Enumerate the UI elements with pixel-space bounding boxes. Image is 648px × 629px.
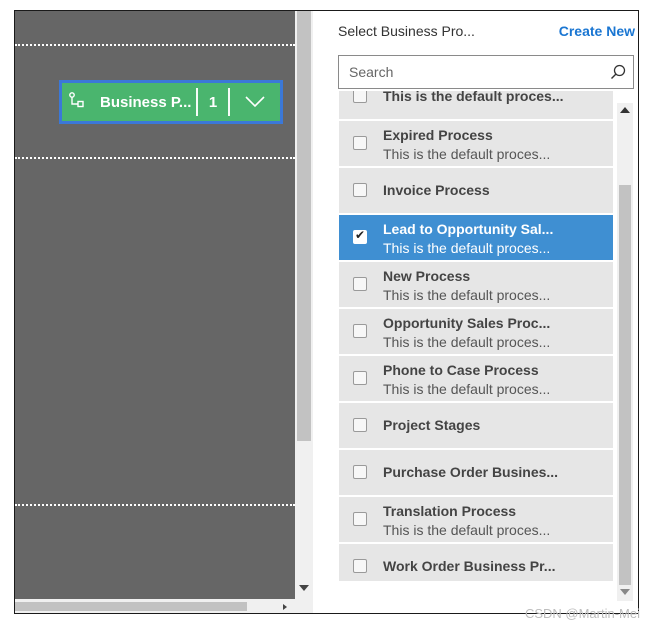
scroll-up-arrow-icon[interactable] [620, 107, 630, 113]
process-description: This is the default proces... [383, 240, 551, 256]
process-selector-panel: Select Business Pro... Create New This i… [321, 11, 638, 613]
list-vertical-scrollbar[interactable] [617, 103, 633, 601]
scroll-down-arrow-icon[interactable] [299, 585, 309, 591]
search-box[interactable] [338, 55, 634, 89]
list-item[interactable]: Phone to Case Process This is the default… [339, 356, 613, 401]
create-new-link[interactable]: Create New [559, 23, 635, 39]
stage-divider [15, 504, 295, 506]
stage-divider [15, 44, 295, 46]
canvas-vertical-scrollbar[interactable] [295, 11, 313, 599]
scrollbar-thumb[interactable] [297, 11, 311, 441]
scroll-right-arrow-icon[interactable] [283, 604, 287, 610]
process-checkbox[interactable] [353, 324, 367, 338]
process-list: This is the default proces... Expired Pro… [339, 91, 615, 581]
process-description: This is the default proces... [383, 522, 551, 538]
process-checkbox[interactable] [353, 228, 367, 244]
list-item[interactable]: Expired Process This is the default proce… [339, 121, 613, 166]
scrollbar-thumb[interactable] [15, 602, 247, 611]
process-description: This is the default proces... [383, 334, 551, 350]
designer-frame: Business P... 1 Select Business Pro... C… [14, 10, 639, 614]
panel-title: Select Business Pro... [338, 23, 475, 39]
canvas-horizontal-scrollbar[interactable] [15, 599, 313, 613]
process-name: Opportunity Sales Proc... [383, 315, 551, 331]
list-item[interactable]: This is the default proces... [339, 91, 613, 119]
list-item[interactable]: Lead to Opportunity Sal... This is the de… [339, 215, 613, 260]
search-input[interactable] [339, 57, 603, 87]
list-item[interactable]: Translation Process This is the default p… [339, 497, 613, 542]
process-description: This is the default proces... [383, 381, 551, 397]
process-description: This is the default proces... [383, 287, 551, 303]
list-item[interactable]: New Process This is the default proces... [339, 262, 613, 307]
process-name: Work Order Business Pr... [383, 558, 556, 574]
process-name: Translation Process [383, 503, 517, 519]
process-checkbox[interactable] [353, 277, 367, 291]
process-description: This is the default proces... [383, 146, 551, 162]
process-name: This is the default proces... [383, 91, 564, 104]
stage-divider [15, 157, 295, 159]
tile-separator [228, 88, 230, 116]
list-item[interactable]: Work Order Business Pr... [339, 544, 613, 581]
process-checkbox[interactable] [353, 91, 367, 103]
process-checkbox[interactable] [353, 418, 367, 432]
process-checkbox[interactable] [353, 183, 367, 197]
process-flow-icon [62, 92, 92, 112]
process-checkbox[interactable] [353, 465, 367, 479]
watermark: CSDN @Martin-Mei [524, 606, 640, 621]
list-item[interactable]: Purchase Order Busines... [339, 450, 613, 495]
list-item[interactable]: Project Stages [339, 403, 613, 448]
process-canvas: Business P... 1 [15, 11, 295, 599]
process-name: Expired Process [383, 127, 493, 143]
process-checkbox[interactable] [353, 136, 367, 150]
process-name: Lead to Opportunity Sal... [383, 221, 554, 237]
process-checkbox[interactable] [353, 371, 367, 385]
search-icon[interactable] [603, 64, 633, 80]
process-checkbox[interactable] [353, 559, 367, 573]
scroll-down-arrow-icon[interactable] [620, 589, 630, 595]
bpf-tile-label: Business P... [100, 93, 192, 111]
process-name: Phone to Case Process [383, 362, 539, 378]
process-name: Purchase Order Busines... [383, 464, 559, 480]
chevron-down-icon[interactable] [230, 96, 280, 108]
process-name: New Process [383, 268, 471, 284]
tile-separator [196, 88, 198, 116]
scrollbar-thumb[interactable] [619, 185, 631, 585]
business-process-flow-tile[interactable]: Business P... 1 [59, 80, 283, 124]
process-checkbox[interactable] [353, 512, 367, 526]
list-item[interactable]: Opportunity Sales Proc... This is the def… [339, 309, 613, 354]
process-name: Invoice Process [383, 182, 490, 198]
list-item[interactable]: Invoice Process [339, 168, 613, 213]
bpf-count-badge: 1 [208, 93, 218, 111]
process-name: Project Stages [383, 417, 481, 433]
